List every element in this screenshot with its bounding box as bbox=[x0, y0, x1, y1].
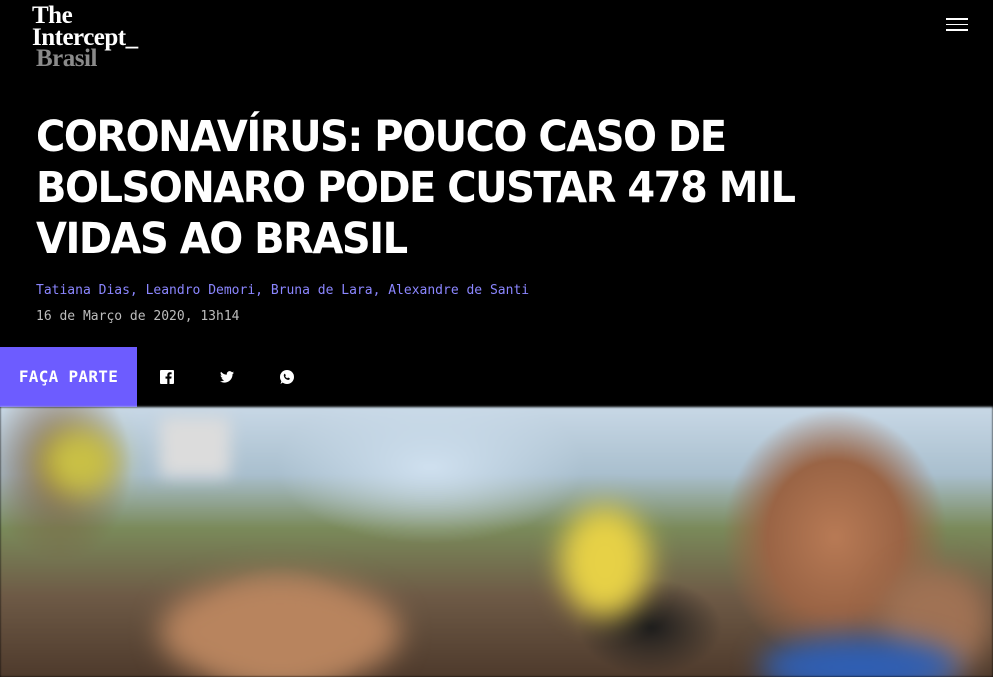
author-link[interactable]: Leandro Demori bbox=[146, 283, 256, 298]
twitter-icon[interactable] bbox=[217, 367, 237, 387]
site-header: The Intercept_ Brasil bbox=[0, 0, 993, 100]
author-separator: , bbox=[372, 283, 389, 298]
logo-line-3: Brasil bbox=[36, 45, 97, 72]
author-link[interactable]: Bruna de Lara bbox=[271, 283, 373, 298]
site-logo[interactable]: The Intercept_ Brasil bbox=[32, 3, 139, 72]
article-authors: Tatiana Dias, Leandro Demori, Bruna de L… bbox=[36, 283, 529, 298]
hamburger-menu-icon[interactable] bbox=[946, 18, 968, 32]
whatsapp-icon[interactable] bbox=[277, 367, 297, 387]
author-link[interactable]: Tatiana Dias bbox=[36, 283, 130, 298]
article-date: 16 de Março de 2020, 13h14 bbox=[36, 309, 240, 324]
author-separator: , bbox=[255, 283, 271, 298]
share-bar: FAÇA PARTE bbox=[0, 347, 993, 407]
author-separator: , bbox=[129, 283, 146, 298]
article-headline: CORONAVÍRUS: POUCO CASO DE BOLSONARO POD… bbox=[36, 112, 796, 264]
faca-parte-button[interactable]: FAÇA PARTE bbox=[0, 347, 137, 407]
author-link[interactable]: Alexandre de Santi bbox=[388, 283, 529, 298]
facebook-icon[interactable] bbox=[157, 367, 177, 387]
logo-underscore: _ bbox=[125, 23, 139, 51]
hero-image bbox=[0, 407, 993, 677]
